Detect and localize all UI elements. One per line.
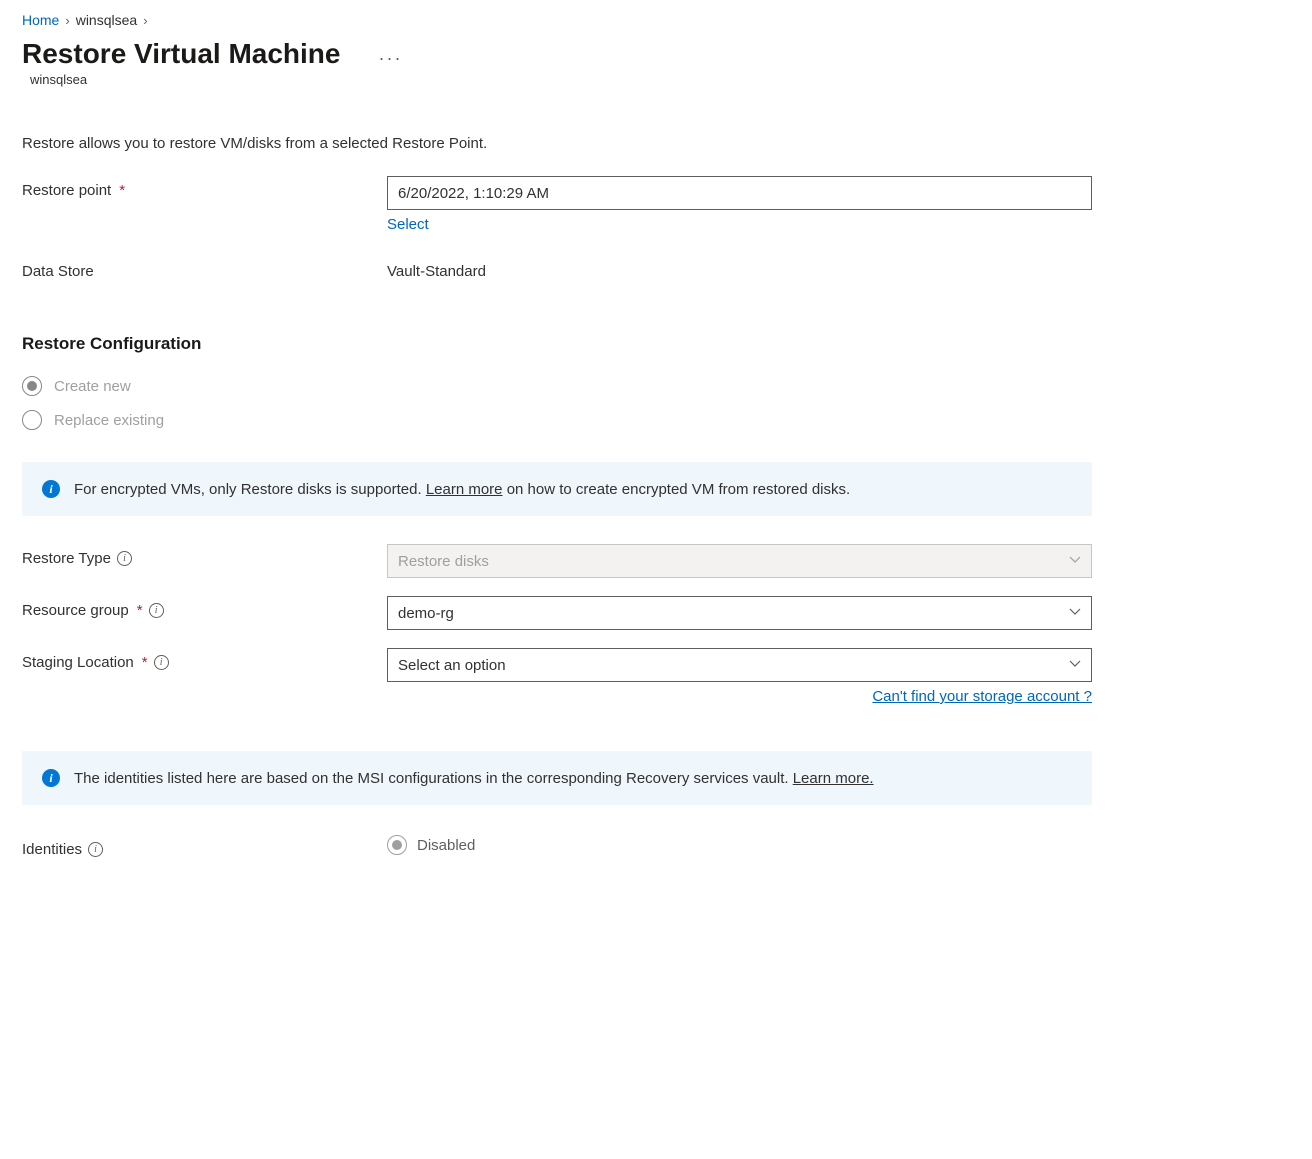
- replace-existing-label: Replace existing: [54, 412, 164, 429]
- identities-value: Disabled: [417, 837, 475, 854]
- create-new-label: Create new: [54, 378, 131, 395]
- staging-location-dropdown[interactable]: Select an option: [387, 648, 1092, 682]
- restore-point-label: Restore point*: [22, 176, 387, 199]
- restore-type-value: Restore disks: [398, 553, 489, 570]
- intro-text: Restore allows you to restore VM/disks f…: [22, 135, 1290, 152]
- restore-configuration-heading: Restore Configuration: [22, 334, 1290, 354]
- page-title: Restore Virtual Machine: [22, 38, 340, 70]
- info-icon[interactable]: i: [117, 551, 132, 566]
- info-icon: i: [42, 480, 60, 498]
- info-icon[interactable]: i: [154, 655, 169, 670]
- resource-group-value: demo-rg: [398, 605, 454, 622]
- chevron-right-icon: ›: [65, 13, 69, 28]
- encrypted-learn-more-link[interactable]: Learn more: [426, 481, 503, 498]
- data-store-value: Vault-Standard: [387, 257, 1092, 280]
- select-restore-point-link[interactable]: Select: [387, 216, 429, 233]
- encrypted-vm-info: i For encrypted VMs, only Restore disks …: [22, 462, 1092, 516]
- breadcrumb-home-link[interactable]: Home: [22, 12, 59, 28]
- chevron-down-icon: [1069, 657, 1081, 674]
- more-actions-button[interactable]: ···: [378, 41, 402, 67]
- radio-selected-icon: [22, 376, 42, 396]
- required-asterisk: *: [142, 654, 148, 671]
- encrypted-vm-info-text: For encrypted VMs, only Restore disks is…: [74, 481, 850, 498]
- resource-group-label: Resource group* i: [22, 596, 387, 619]
- replace-existing-radio[interactable]: Replace existing: [22, 410, 1290, 430]
- identities-info-text: The identities listed here are based on …: [74, 770, 874, 787]
- chevron-right-icon: ›: [143, 13, 147, 28]
- data-store-label: Data Store: [22, 257, 387, 280]
- restore-type-label: Restore Type i: [22, 544, 387, 567]
- identities-label: Identities i: [22, 835, 387, 858]
- breadcrumb-current[interactable]: winsqlsea: [76, 12, 137, 28]
- page-subtitle: winsqlsea: [30, 72, 1290, 87]
- required-asterisk: *: [119, 182, 125, 199]
- identities-disabled-radio[interactable]: [387, 835, 407, 855]
- info-icon: i: [42, 769, 60, 787]
- identities-info: i The identities listed here are based o…: [22, 751, 1092, 805]
- create-new-radio[interactable]: Create new: [22, 376, 1290, 396]
- restore-config-radio-group: Create new Replace existing: [22, 376, 1290, 430]
- staging-location-label: Staging Location* i: [22, 648, 387, 671]
- radio-unselected-icon: [22, 410, 42, 430]
- staging-location-placeholder: Select an option: [398, 657, 506, 674]
- chevron-down-icon: [1069, 605, 1081, 622]
- storage-account-help-link[interactable]: Can't find your storage account ?: [872, 688, 1092, 705]
- resource-group-dropdown[interactable]: demo-rg: [387, 596, 1092, 630]
- info-icon[interactable]: i: [149, 603, 164, 618]
- restore-type-dropdown: Restore disks: [387, 544, 1092, 578]
- breadcrumb: Home › winsqlsea ›: [22, 12, 1290, 28]
- chevron-down-icon: [1069, 553, 1081, 570]
- required-asterisk: *: [137, 602, 143, 619]
- restore-point-input[interactable]: [387, 176, 1092, 210]
- info-icon[interactable]: i: [88, 842, 103, 857]
- identities-learn-more-link[interactable]: Learn more.: [793, 770, 874, 787]
